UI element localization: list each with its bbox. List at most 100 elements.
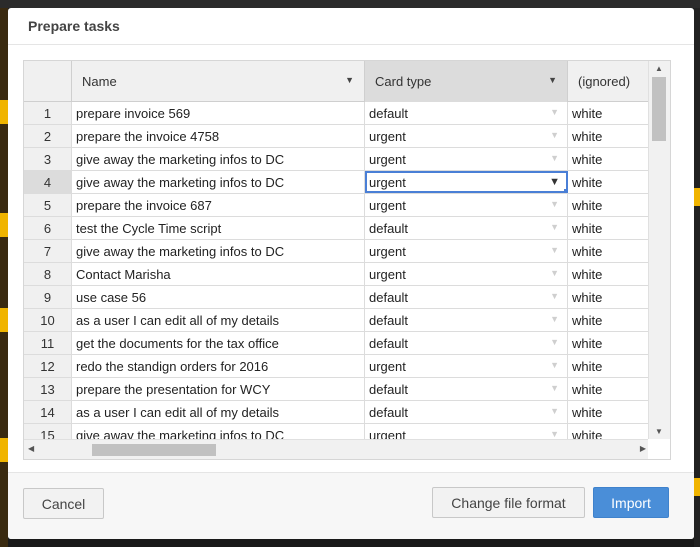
dropdown-triangle-down-icon[interactable]: ▼ xyxy=(550,245,559,255)
card-type-dropdown[interactable]: urgent ▼ xyxy=(365,240,568,262)
change-file-format-button[interactable]: Change file format xyxy=(432,487,585,518)
name-cell[interactable]: get the documents for the tax office xyxy=(72,332,365,354)
scrollbar-thumb[interactable] xyxy=(652,77,666,141)
ignored-cell[interactable]: white xyxy=(568,401,649,423)
name-cell[interactable]: redo the standign orders for 2016 xyxy=(72,355,365,377)
ignored-cell[interactable]: white xyxy=(568,332,649,354)
name-cell[interactable]: give away the marketing infos to DC xyxy=(72,240,365,262)
row-number[interactable]: 15 xyxy=(24,424,72,440)
dropdown-triangle-down-icon[interactable]: ▼ xyxy=(550,406,559,416)
table-row[interactable]: 6 test the Cycle Time script default ▼ white xyxy=(24,217,649,240)
table-row[interactable]: 8 Contact Marisha urgent ▼ white xyxy=(24,263,649,286)
row-number[interactable]: 5 xyxy=(24,194,72,216)
card-type-dropdown[interactable]: urgent ▼ xyxy=(365,263,568,285)
scroll-up-icon[interactable]: ▲ xyxy=(655,64,663,73)
table-row[interactable]: 5 prepare the invoice 687 urgent ▼ white xyxy=(24,194,649,217)
card-type-dropdown[interactable]: urgent ▼ xyxy=(365,355,568,377)
ignored-cell[interactable]: white xyxy=(568,424,649,440)
name-cell[interactable]: give away the marketing infos to DC xyxy=(72,424,365,440)
row-number[interactable]: 6 xyxy=(24,217,72,239)
card-type-dropdown[interactable]: default ▼ xyxy=(365,309,568,331)
card-type-dropdown[interactable]: urgent ▼ xyxy=(365,148,568,170)
dropdown-triangle-down-icon[interactable]: ▼ xyxy=(550,268,559,278)
row-number[interactable]: 9 xyxy=(24,286,72,308)
dropdown-triangle-down-icon[interactable]: ▼ xyxy=(550,153,559,163)
card-type-dropdown[interactable]: urgent ▼ xyxy=(365,171,568,193)
vertical-scrollbar[interactable]: ▲ ▼ xyxy=(648,61,670,440)
name-cell[interactable]: give away the marketing infos to DC xyxy=(72,148,365,170)
import-button[interactable]: Import xyxy=(593,487,669,518)
scrollbar-thumb[interactable] xyxy=(92,444,216,456)
row-number[interactable]: 1 xyxy=(24,102,72,124)
card-type-dropdown[interactable]: default ▼ xyxy=(365,378,568,400)
column-header-ignored[interactable]: (ignored) xyxy=(568,61,649,102)
card-type-dropdown[interactable]: default ▼ xyxy=(365,332,568,354)
card-type-dropdown[interactable]: default ▼ xyxy=(365,286,568,308)
ignored-cell[interactable]: white xyxy=(568,355,649,377)
cancel-button[interactable]: Cancel xyxy=(23,488,104,519)
dropdown-triangle-down-icon[interactable]: ▼ xyxy=(550,199,559,209)
ignored-cell[interactable]: white xyxy=(568,102,649,124)
dropdown-triangle-down-icon[interactable]: ▼ xyxy=(550,107,559,117)
name-cell[interactable]: as a user I can edit all of my details xyxy=(72,401,365,423)
dropdown-triangle-down-icon[interactable]: ▼ xyxy=(550,383,559,393)
name-cell[interactable]: test the Cycle Time script xyxy=(72,217,365,239)
table-row[interactable]: 10 as a user I can edit all of my details… xyxy=(24,309,649,332)
table-row[interactable]: 15 give away the marketing infos to DC urg… xyxy=(24,424,649,440)
name-cell[interactable]: use case 56 xyxy=(72,286,365,308)
ignored-cell[interactable]: white xyxy=(568,148,649,170)
card-type-dropdown[interactable]: urgent ▼ xyxy=(365,125,568,147)
table-row[interactable]: 12 redo the standign orders for 2016 urgen… xyxy=(24,355,649,378)
table-row[interactable]: 7 give away the marketing infos to DC urge… xyxy=(24,240,649,263)
row-number[interactable]: 11 xyxy=(24,332,72,354)
table-row[interactable]: 14 as a user I can edit all of my details… xyxy=(24,401,649,424)
row-number[interactable]: 13 xyxy=(24,378,72,400)
dropdown-triangle-down-icon[interactable]: ▼ xyxy=(550,360,559,370)
ignored-cell[interactable]: white xyxy=(568,286,649,308)
ignored-cell[interactable]: white xyxy=(568,125,649,147)
dropdown-triangle-down-icon[interactable]: ▼ xyxy=(550,222,559,232)
card-type-dropdown[interactable]: default ▼ xyxy=(365,102,568,124)
dropdown-triangle-down-icon[interactable]: ▼ xyxy=(549,176,560,188)
row-number[interactable]: 7 xyxy=(24,240,72,262)
card-type-dropdown[interactable]: urgent ▼ xyxy=(365,194,568,216)
table-row[interactable]: 9 use case 56 default ▼ white xyxy=(24,286,649,309)
row-number[interactable]: 4 xyxy=(24,171,72,193)
card-type-dropdown[interactable]: default ▼ xyxy=(365,401,568,423)
name-cell[interactable]: prepare the invoice 687 xyxy=(72,194,365,216)
name-cell[interactable]: as a user I can edit all of my details xyxy=(72,309,365,331)
table-row[interactable]: 11 get the documents for the tax office de… xyxy=(24,332,649,355)
ignored-cell[interactable]: white xyxy=(568,217,649,239)
horizontal-scrollbar[interactable]: ◀ ▶ xyxy=(24,439,650,459)
dropdown-triangle-down-icon[interactable]: ▼ xyxy=(550,130,559,140)
ignored-cell[interactable]: white xyxy=(568,240,649,262)
column-header-name[interactable]: Name ▼ xyxy=(72,61,365,102)
table-row[interactable]: 3 give away the marketing infos to DC urge… xyxy=(24,148,649,171)
row-number[interactable]: 10 xyxy=(24,309,72,331)
dropdown-triangle-down-icon[interactable]: ▼ xyxy=(550,314,559,324)
ignored-cell[interactable]: white xyxy=(568,378,649,400)
row-number[interactable]: 8 xyxy=(24,263,72,285)
table-row[interactable]: 13 prepare the presentation for WCY defaul… xyxy=(24,378,649,401)
ignored-cell[interactable]: white xyxy=(568,309,649,331)
ignored-cell[interactable]: white xyxy=(568,263,649,285)
row-number[interactable]: 3 xyxy=(24,148,72,170)
sort-triangle-down-icon[interactable]: ▼ xyxy=(345,75,354,85)
dropdown-triangle-down-icon[interactable]: ▼ xyxy=(550,337,559,347)
row-number[interactable]: 2 xyxy=(24,125,72,147)
table-row[interactable]: 4 give away the marketing infos to DC urge… xyxy=(24,171,649,194)
name-cell[interactable]: prepare the invoice 4758 xyxy=(72,125,365,147)
ignored-cell[interactable]: white xyxy=(568,194,649,216)
card-type-dropdown[interactable]: default ▼ xyxy=(365,217,568,239)
sort-triangle-down-icon[interactable]: ▼ xyxy=(548,75,557,85)
row-number[interactable]: 14 xyxy=(24,401,72,423)
column-header-card-type[interactable]: Card type ▼ xyxy=(365,61,568,102)
card-type-dropdown[interactable]: urgent ▼ xyxy=(365,424,568,440)
scroll-left-icon[interactable]: ◀ xyxy=(28,444,34,453)
name-cell[interactable]: Contact Marisha xyxy=(72,263,365,285)
dropdown-triangle-down-icon[interactable]: ▼ xyxy=(550,429,559,439)
dropdown-triangle-down-icon[interactable]: ▼ xyxy=(550,291,559,301)
name-cell[interactable]: prepare the presentation for WCY xyxy=(72,378,365,400)
table-row[interactable]: 2 prepare the invoice 4758 urgent ▼ white xyxy=(24,125,649,148)
scroll-right-icon[interactable]: ▶ xyxy=(640,444,646,453)
